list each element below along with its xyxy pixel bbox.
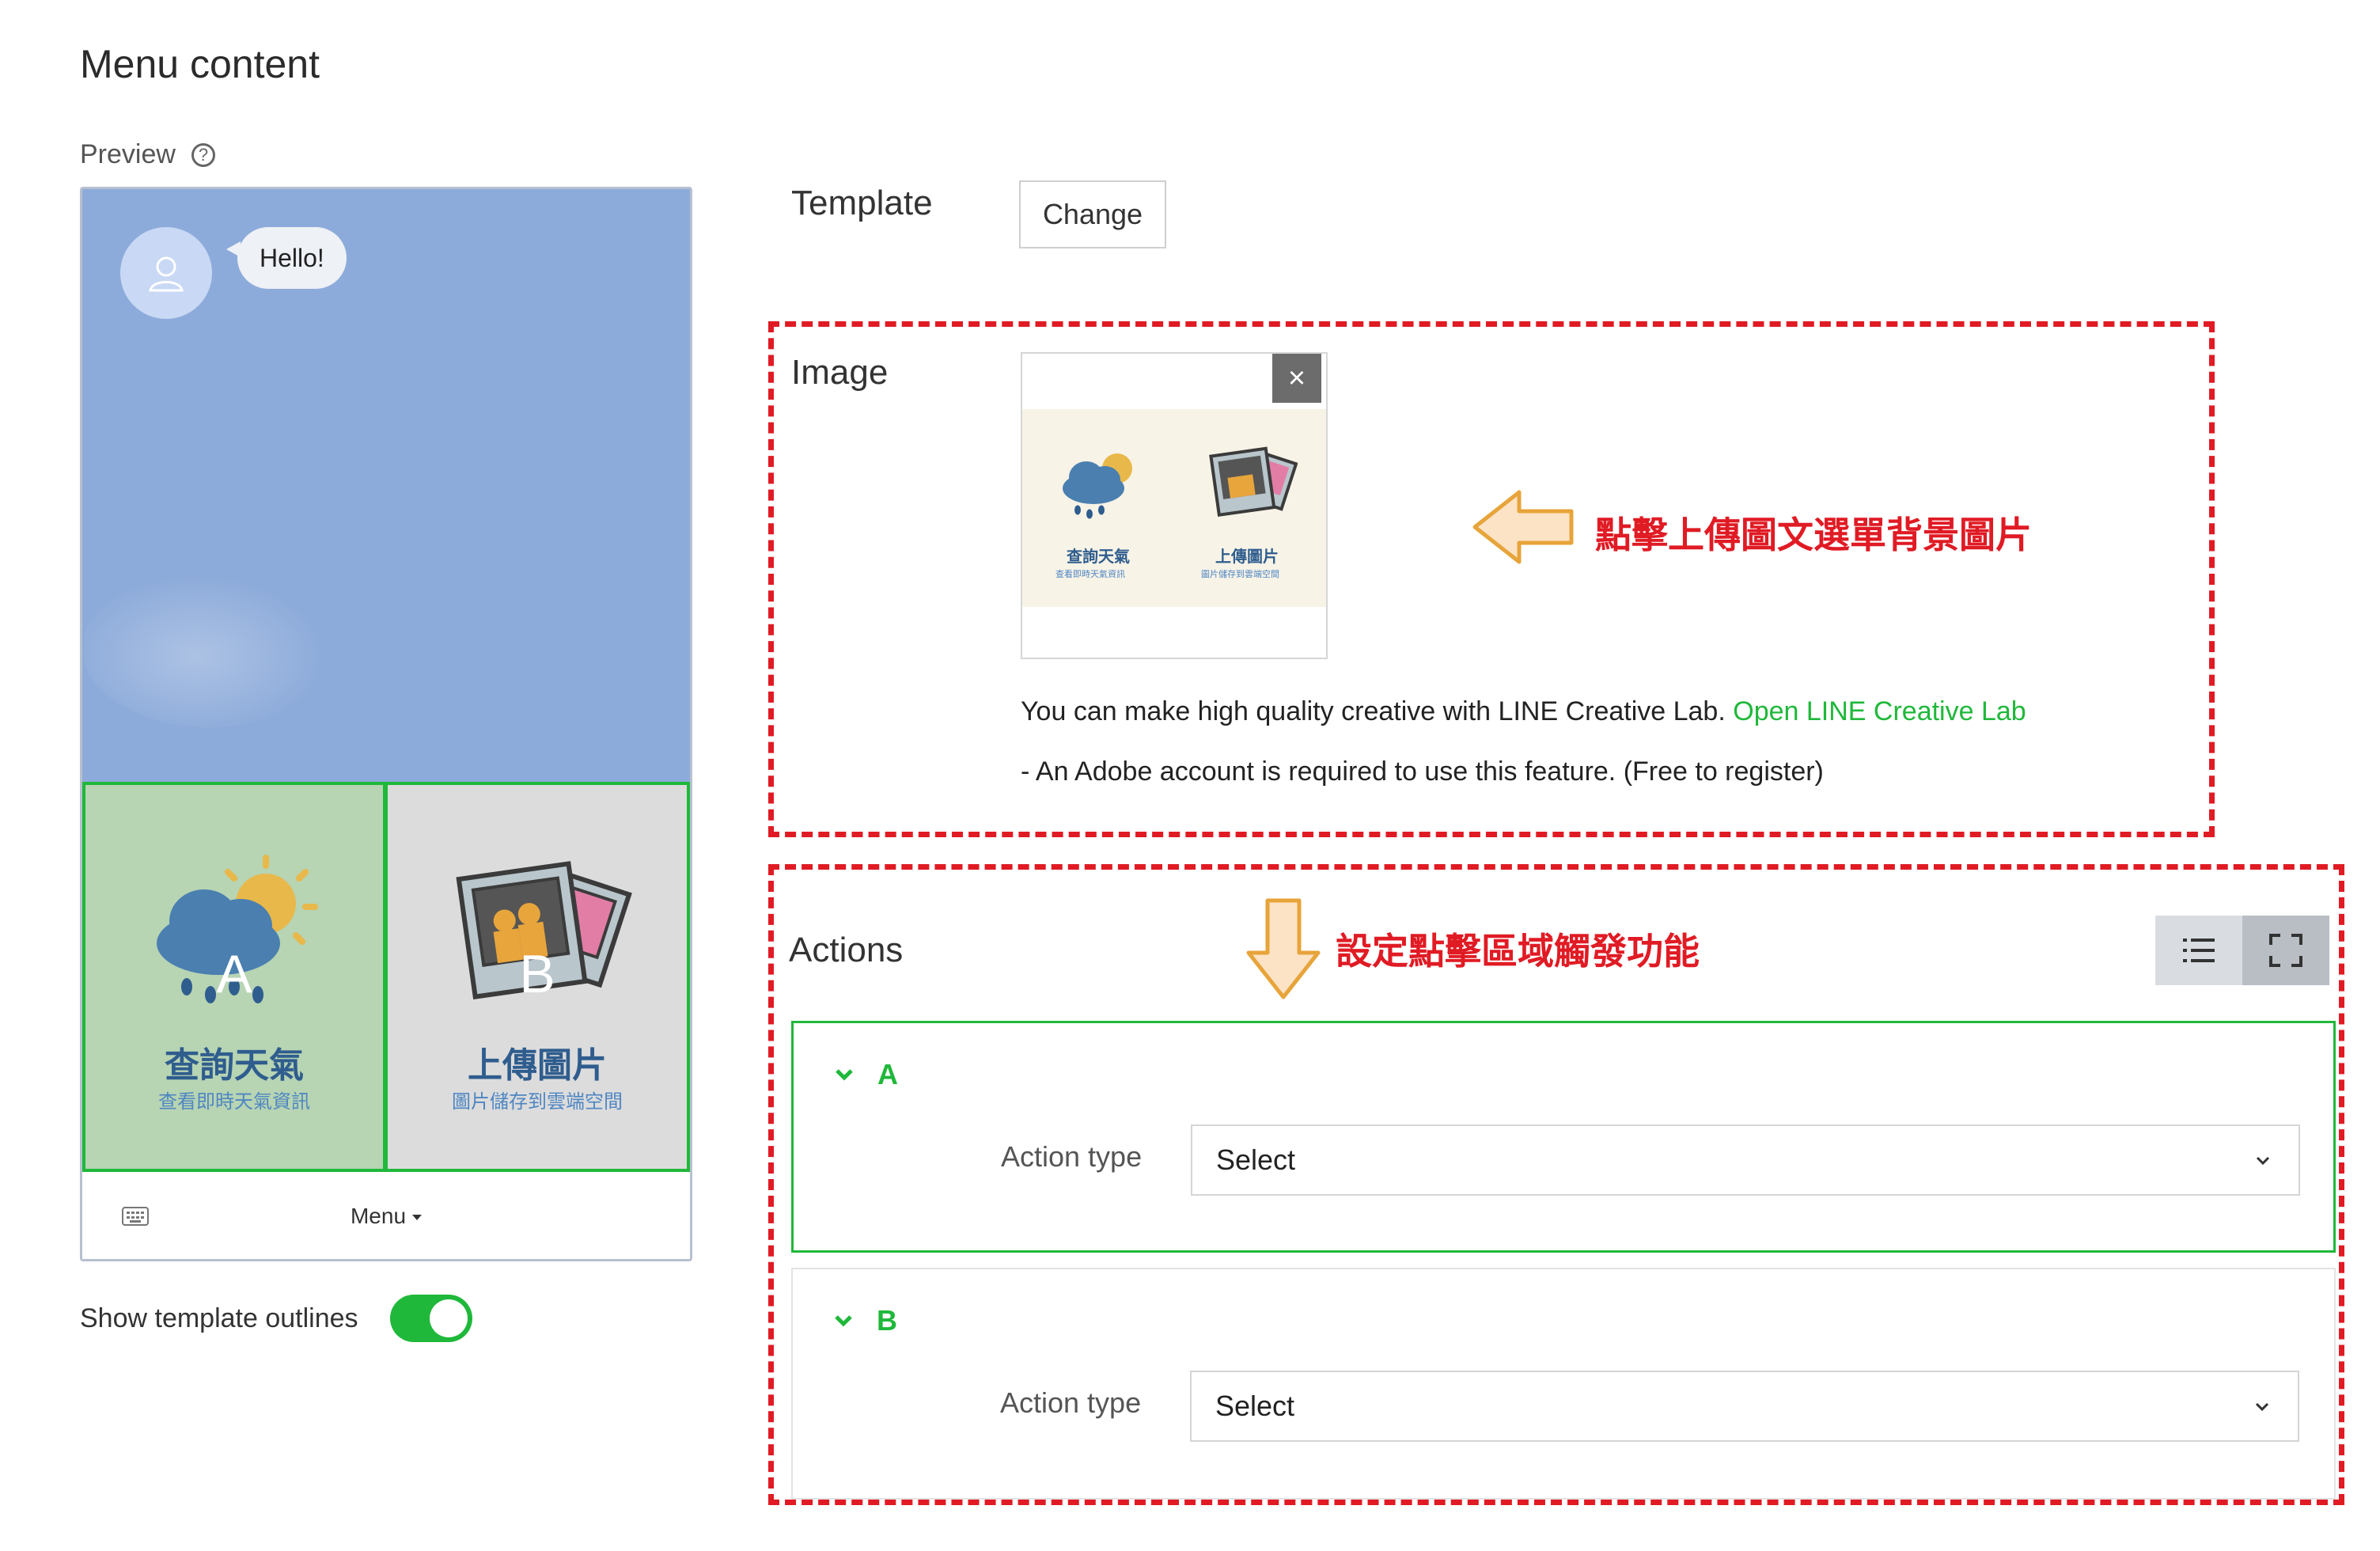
- caret-down-icon: [412, 1215, 423, 1221]
- thumbnail-image: 查詢天氣 查看即時天氣資訊 上傳圖片 圖片儲存到雲端空間: [1022, 409, 1326, 607]
- action-b-select-value: Select: [1215, 1390, 1295, 1422]
- thumb-caption-a: 查詢天氣: [1067, 547, 1130, 566]
- arrow-down-icon: [1246, 898, 1321, 999]
- actions-label: Actions: [789, 931, 904, 969]
- preview-phone: Hello! A 查詢天氣 查看即時天氣資訊 B 上傳圖片 圖片儲存到雲端空間 …: [80, 187, 692, 1261]
- menu-toggle[interactable]: Menu: [82, 1204, 690, 1229]
- action-card-a-header[interactable]: A: [835, 1058, 898, 1091]
- thumb-sub-a: 查看即時天氣資訊: [1055, 569, 1125, 579]
- actions-annotation-text: 設定點擊區域觸發功能: [1336, 930, 1700, 973]
- action-b-name: B: [877, 1304, 897, 1337]
- rich-menu-area-b[interactable]: B 上傳圖片 圖片儲存到雲端空間: [386, 782, 690, 1172]
- creative-lab-info: You can make high quality creative with …: [1021, 696, 2026, 727]
- preview-label-row: Preview ?: [80, 139, 215, 170]
- fullscreen-icon: [2269, 934, 2302, 967]
- action-a-type-label: Action type: [1001, 1140, 1143, 1173]
- list-view-button[interactable]: [2155, 916, 2242, 985]
- preview-label: Preview: [80, 139, 176, 169]
- template-label: Template: [791, 184, 933, 222]
- action-a-type-select[interactable]: Select: [1191, 1124, 2300, 1196]
- list-icon: [2183, 939, 2215, 962]
- chat-area: Hello!: [82, 189, 690, 782]
- action-card-a: A Action type Select: [791, 1021, 2336, 1253]
- image-label: Image: [791, 353, 889, 392]
- rich-menu-area-a[interactable]: A 查詢天氣 查看即時天氣資訊: [82, 782, 386, 1172]
- menu-label: Menu: [350, 1204, 407, 1228]
- show-outlines-toggle[interactable]: [389, 1295, 472, 1342]
- arrow-left-icon: [1472, 490, 1574, 564]
- cloud-decoration: [82, 569, 335, 727]
- user-icon: [149, 256, 184, 292]
- view-mode-toggle: [2155, 916, 2329, 985]
- avatar: [120, 227, 212, 319]
- change-template-button[interactable]: Change: [1019, 180, 1166, 248]
- open-creative-lab-link[interactable]: Open LINE Creative Lab: [1733, 696, 2026, 726]
- area-a-title: 查詢天氣: [165, 1045, 304, 1086]
- area-letter-b: B: [519, 944, 555, 1004]
- action-card-b: B Action type Select: [791, 1268, 2336, 1500]
- photos-thumb-icon: [1209, 446, 1298, 518]
- image-thumbnail[interactable]: 查詢天氣 查看即時天氣資訊 上傳圖片 圖片儲存到雲端空間 ×: [1021, 352, 1328, 659]
- area-a-subtitle: 查看即時天氣資訊: [158, 1090, 310, 1113]
- action-b-type-label: Action type: [1000, 1386, 1142, 1419]
- area-b-title: 上傳圖片: [468, 1045, 607, 1086]
- thumb-sub-b: 圖片儲存到雲端空間: [1201, 569, 1279, 579]
- action-a-name: A: [877, 1058, 898, 1090]
- chat-menu-bar: Menu: [82, 1172, 690, 1259]
- show-outlines-label: Show template outlines: [80, 1303, 358, 1333]
- creative-lab-text: You can make high quality creative with …: [1021, 696, 1726, 726]
- show-outlines-row: Show template outlines: [80, 1295, 472, 1342]
- weather-thumb-icon: [1063, 453, 1132, 519]
- chevron-down-icon: [2255, 1402, 2269, 1412]
- thumb-caption-b: 上傳圖片: [1215, 547, 1279, 566]
- chevron-down-icon: [2256, 1156, 2270, 1166]
- chat-bubble: Hello!: [226, 227, 347, 289]
- action-card-b-header[interactable]: B: [834, 1304, 897, 1337]
- question-circle-icon[interactable]: ?: [191, 142, 215, 167]
- image-annotation-text: 點擊上傳圖文選單背景圖片: [1595, 514, 2032, 556]
- remove-image-close-icon[interactable]: ×: [1272, 354, 1321, 403]
- rich-menu-preview: A 查詢天氣 查看即時天氣資訊 B 上傳圖片 圖片儲存到雲端空間: [82, 782, 690, 1172]
- action-b-type-select[interactable]: Select: [1190, 1371, 2299, 1442]
- expand-view-button[interactable]: [2242, 916, 2329, 985]
- toggle-knob: [429, 1299, 468, 1337]
- adobe-account-note: - An Adobe account is required to use th…: [1021, 757, 1824, 787]
- area-b-subtitle: 圖片儲存到雲端空間: [452, 1090, 623, 1113]
- action-a-select-value: Select: [1216, 1143, 1296, 1176]
- chevron-down-icon: [835, 1315, 852, 1327]
- area-letter-a: A: [216, 944, 252, 1004]
- page-title: Menu content: [80, 42, 320, 86]
- chevron-down-icon: [836, 1069, 853, 1081]
